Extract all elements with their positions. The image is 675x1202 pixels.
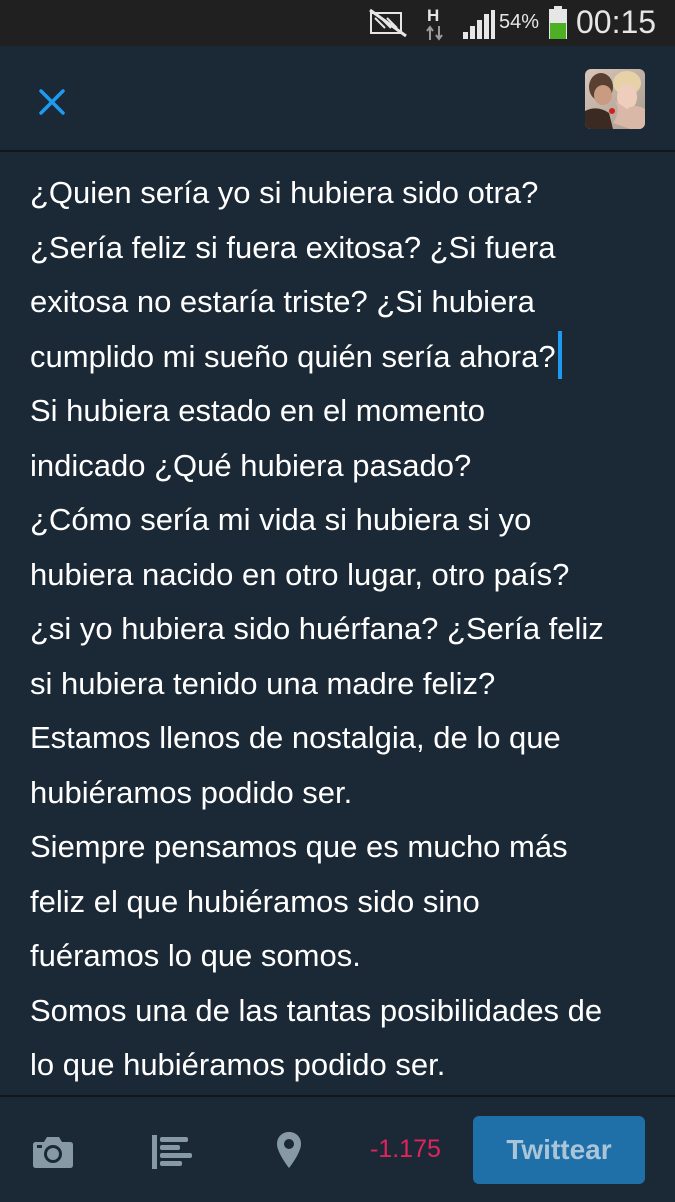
text-line-content: fuéramos lo que somos. (30, 938, 361, 973)
text-line: lo que hubiéramos podido ser. (30, 1038, 650, 1093)
text-line-content: si hubiera tenido una madre feliz? (30, 665, 496, 701)
text-line: ¿Sería feliz si fuera exitosa? ¿Si fuera (30, 221, 650, 276)
text-line: ¿Cómo sería mi vida si hubiera si yo (30, 493, 650, 548)
text-line-content: hubiera nacido en otro lugar, otro país? (30, 556, 570, 592)
character-counter: -1.175 (370, 1135, 441, 1163)
text-line: si hubiera tenido una madre feliz? (30, 657, 650, 712)
signal-icon (463, 10, 495, 39)
network-type-label: H (427, 6, 440, 25)
data-transfer-icon: H (424, 6, 446, 41)
text-line-content: ¿Quien sería yo si hubiera sido otra? (30, 175, 539, 210)
text-line-content: feliz el que hubiéramos sido sino (30, 883, 480, 919)
text-line: fuéramos lo que somos. (30, 929, 650, 984)
status-bar: H 54% 00:15 (0, 0, 675, 46)
text-line: Estamos llenos de nostalgia, de lo que (30, 711, 650, 766)
battery-icon (549, 6, 567, 39)
text-line-content: ¿Sería feliz si fuera exitosa? ¿Si fuera (30, 229, 556, 265)
text-line: cumplido mi sueño quién sería ahora? (30, 330, 650, 385)
compose-header (0, 46, 675, 152)
text-line: exitosa no estaría triste? ¿Si hubiera (30, 275, 650, 330)
text-line: ¿si yo hubiera sido huérfana? ¿Sería fel… (30, 602, 650, 657)
text-line-content: ¿si yo hubiera sido huérfana? ¿Sería fel… (30, 611, 604, 646)
text-line-content: Siempre pensamos que es mucho más (30, 829, 568, 864)
text-line: hubiéramos podido ser. (30, 766, 650, 821)
text-line-content: cumplido mi sueño quién sería ahora? (30, 338, 556, 374)
text-line-content: Somos una de las tantas posibilidades de (30, 992, 603, 1028)
tweet-button[interactable]: Twittear (473, 1116, 645, 1184)
avatar-image (585, 69, 645, 129)
close-icon[interactable] (34, 84, 70, 120)
poll-icon[interactable] (152, 1135, 192, 1169)
location-icon[interactable] (276, 1131, 302, 1169)
clock: 00:15 (576, 4, 657, 40)
text-line-content: Si hubiera estado en el momento (30, 393, 485, 428)
text-line: Somos una de las tantas posibilidades de (30, 984, 650, 1039)
text-line-content: exitosa no estaría triste? ¿Si hubiera (30, 284, 535, 319)
text-cursor (557, 330, 562, 379)
text-line-content: hubiéramos podido ser. (30, 774, 353, 810)
text-line-content: Estamos llenos de nostalgia, de lo que (30, 720, 561, 755)
battery-percent: 54% (499, 11, 540, 33)
text-line: feliz el que hubiéramos sido sino (30, 875, 650, 930)
text-line: Si hubiera estado en el momento (30, 384, 650, 439)
text-line-content: ¿Cómo sería mi vida si hubiera si yo (30, 502, 532, 537)
text-line: ¿Quien sería yo si hubiera sido otra? (30, 166, 650, 221)
text-line-content: indicado ¿Qué hubiera pasado? (30, 447, 472, 483)
text-line: hubiera nacido en otro lugar, otro país? (30, 548, 650, 603)
camera-icon[interactable] (32, 1135, 74, 1169)
tweet-text-area[interactable]: ¿Quien sería yo si hubiera sido otra? ¿Se… (30, 166, 650, 1086)
text-line: indicado ¿Qué hubiera pasado? (30, 439, 650, 494)
text-line: Siempre pensamos que es mucho más (30, 820, 650, 875)
mute-icon (369, 8, 407, 38)
text-line-content: lo que hubiéramos podido ser. (30, 1047, 446, 1082)
compose-toolbar: -1.175 Twittear (0, 1095, 675, 1202)
user-avatar[interactable] (585, 69, 645, 129)
